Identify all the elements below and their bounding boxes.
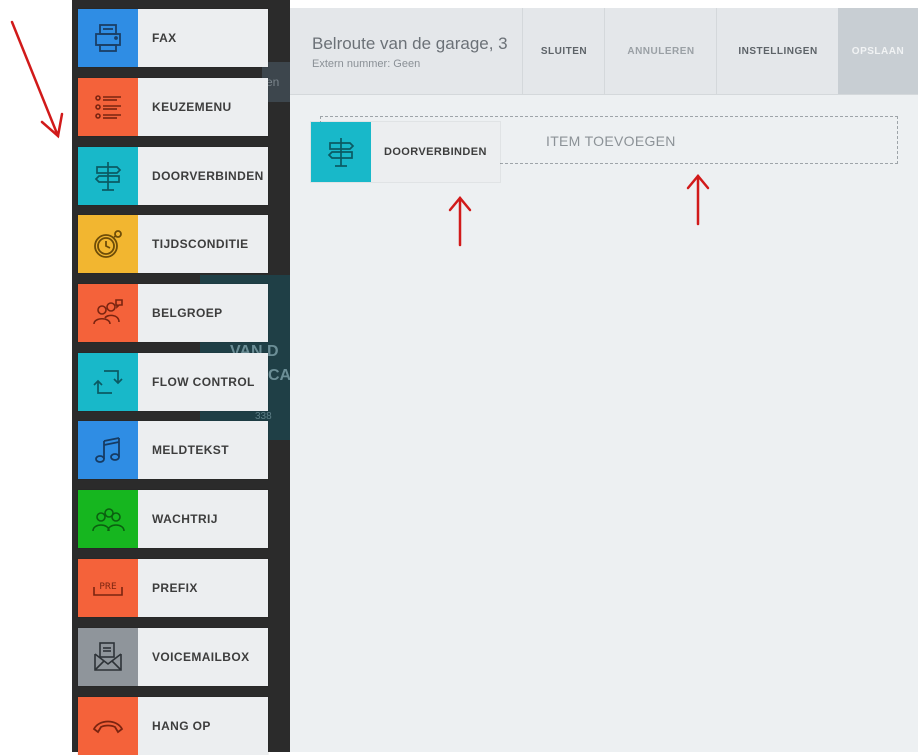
palette-item-voicemailbox[interactable]: VOICEMAILBOX bbox=[78, 628, 268, 686]
menu-list-icon bbox=[78, 78, 138, 136]
flow-item-doorverbinden[interactable]: DOORVERBINDEN bbox=[311, 122, 500, 182]
hang-up-icon bbox=[78, 697, 138, 755]
palette-item-keuzemenu[interactable]: KEUZEMENU bbox=[78, 78, 268, 136]
palette-item-label: DOORVERBINDEN bbox=[152, 169, 264, 183]
signpost-icon bbox=[311, 122, 371, 182]
palette-item-label: TIJDSCONDITIE bbox=[152, 237, 249, 251]
add-item-label[interactable]: ITEM TOEVOEGEN bbox=[546, 133, 676, 149]
palette-item-hang-op[interactable]: HANG OP bbox=[78, 697, 268, 755]
palette-item-doorverbinden[interactable]: DOORVERBINDEN bbox=[78, 147, 268, 205]
palette-item-belgroep[interactable]: BELGROEP bbox=[78, 284, 268, 342]
stopwatch-icon bbox=[78, 215, 138, 273]
flow-control-icon bbox=[78, 353, 138, 411]
background-panel-line: CA bbox=[268, 367, 292, 384]
palette-item-wachtrij[interactable]: WACHTRIJ bbox=[78, 490, 268, 548]
palette-item-label: KEUZEMENU bbox=[152, 100, 232, 114]
palette-item-tijdsconditie[interactable]: TIJDSCONDITIE bbox=[78, 215, 268, 273]
palette-item-label: FLOW CONTROL bbox=[152, 375, 255, 389]
editor-header: Belroute van de garage, 3 Extern nummer:… bbox=[290, 8, 918, 95]
palette-item-label: HANG OP bbox=[152, 719, 211, 733]
group-call-icon bbox=[78, 284, 138, 342]
external-number-label: Extern nummer: Geen bbox=[312, 58, 421, 70]
palette-item-label: VOICEMAILBOX bbox=[152, 650, 250, 664]
palette-item-prefix[interactable]: PRE PREFIX bbox=[78, 559, 268, 617]
palette-item-meldtekst[interactable]: MELDTEKST bbox=[78, 421, 268, 479]
palette-item-flow-control[interactable]: FLOW CONTROL bbox=[78, 353, 268, 411]
palette-item-fax[interactable]: FAX bbox=[78, 9, 268, 67]
palette-item-label: FAX bbox=[152, 31, 177, 45]
fax-icon bbox=[78, 9, 138, 67]
palette-item-label: BELGROEP bbox=[152, 306, 223, 320]
flow-item-label: DOORVERBINDEN bbox=[384, 146, 487, 158]
save-button[interactable]: OPSLAAN bbox=[838, 8, 918, 94]
queue-people-icon bbox=[78, 490, 138, 548]
flow-editor-panel: Belroute van de garage, 3 Extern nummer:… bbox=[290, 8, 918, 752]
settings-button[interactable]: INSTELLINGEN bbox=[716, 8, 839, 94]
palette-item-label: MELDTEKST bbox=[152, 443, 229, 457]
music-note-icon bbox=[78, 421, 138, 479]
signpost-icon bbox=[78, 147, 138, 205]
annotation-arrow-icon bbox=[10, 20, 64, 139]
cancel-button[interactable]: ANNULEREN bbox=[604, 8, 717, 94]
palette-item-label: WACHTRIJ bbox=[152, 512, 218, 526]
prefix-icon: PRE bbox=[78, 559, 138, 617]
svg-text:PRE: PRE bbox=[99, 582, 117, 592]
voicemail-envelope-icon bbox=[78, 628, 138, 686]
close-button[interactable]: SLUITEN bbox=[522, 8, 605, 94]
page-title: Belroute van de garage, 3 bbox=[312, 34, 508, 53]
palette-item-label: PREFIX bbox=[152, 581, 198, 595]
